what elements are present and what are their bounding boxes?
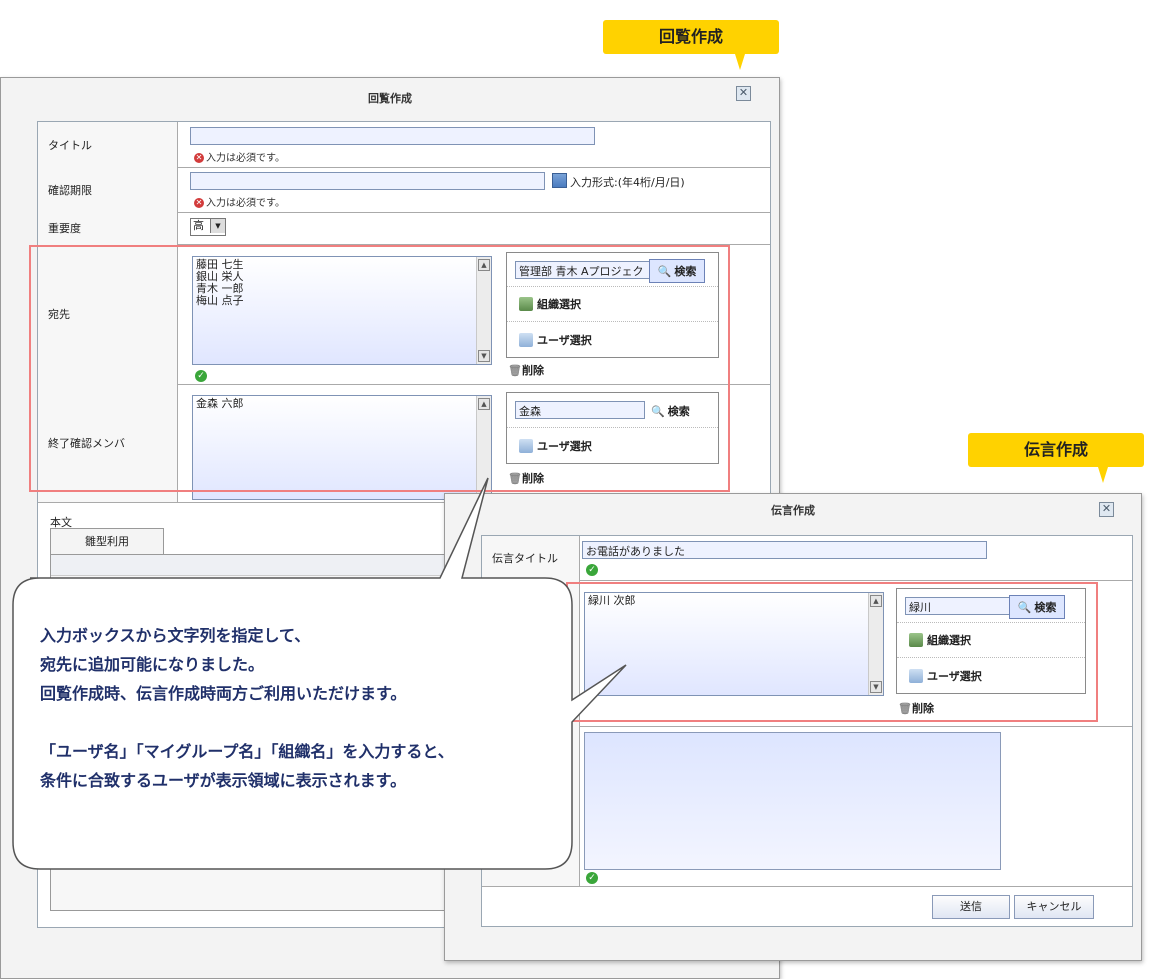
- callout-line: 入力ボックスから文字列を指定して、: [40, 626, 311, 645]
- callout-line: 「ユーザ名」「マイグループ名」「組織名」を入力すると、: [40, 742, 454, 761]
- callout-line: 条件に合致するユーザが表示領域に表示されます。: [40, 771, 407, 790]
- callout-line: 宛先に追加可能になりました。: [40, 655, 265, 674]
- callout-bubble: [12, 477, 627, 870]
- callout-text: 入力ボックスから文字列を指定して、 宛先に追加可能になりました。 回覧作成時、伝…: [40, 621, 570, 795]
- callout-line: 回覧作成時、伝言作成時両方ご利用いただけます。: [40, 684, 407, 703]
